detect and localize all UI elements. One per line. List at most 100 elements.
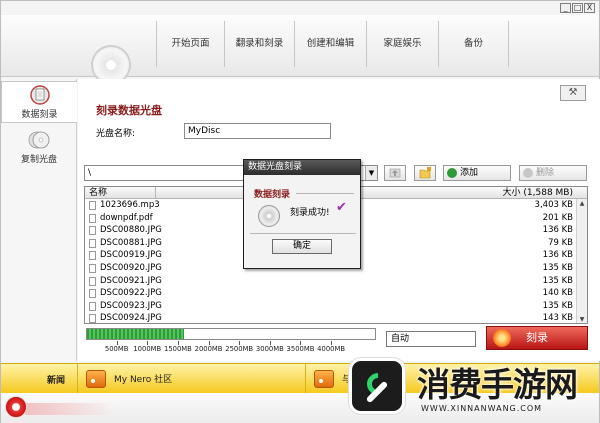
file-size: 136 KB: [542, 250, 573, 261]
file-size: 136 KB: [542, 225, 573, 236]
file-size: 201 KB: [542, 212, 573, 223]
file-name: DSC00922.JPG: [100, 288, 162, 299]
tab-create-and-edit[interactable]: 创建和编辑: [295, 21, 367, 67]
capacity-tick-label: 500MB: [104, 345, 129, 353]
file-name: 1023696.mp3: [100, 200, 160, 210]
delete-icon: [523, 168, 533, 178]
watermark-url: WWW.XINNANWANG.COM: [421, 404, 543, 413]
chevron-down-icon[interactable]: ▼: [365, 166, 377, 180]
table-row[interactable]: DSC00921.JPG 135 KB: [85, 275, 587, 288]
file-size: 135 KB: [542, 300, 573, 311]
rss-icon: [314, 370, 334, 388]
file-name: DSC00881.JPG: [100, 237, 162, 248]
file-name: DSC00880.JPG: [100, 225, 162, 236]
watermark-title: 消费手游网: [417, 365, 578, 404]
capacity-bar: [86, 328, 376, 340]
table-row[interactable]: DSC00923.JPG 135 KB: [85, 300, 587, 313]
file-size: 143 KB: [542, 313, 573, 324]
add-icon: [447, 168, 457, 178]
burn-mode-select[interactable]: 自动: [386, 331, 476, 347]
file-size: 135 KB: [542, 262, 573, 273]
maximize-button[interactable]: □: [572, 3, 583, 13]
column-divider: [155, 187, 156, 199]
table-row[interactable]: DSC00922.JPG 140 KB: [85, 287, 587, 300]
capacity-tick-label: 1500MB: [163, 345, 192, 353]
sidebar-item-label: 数据刻录: [21, 110, 58, 120]
file-name: DSC00919.JPG: [100, 250, 162, 261]
scroll-down-icon[interactable]: ▼: [577, 315, 587, 323]
file-icon: [89, 289, 96, 299]
top-navigation-bar: 开始页面 翻录和刻录 创建和编辑 家庭娱乐 备份: [1, 15, 599, 85]
delete-button[interactable]: 删除: [519, 165, 587, 181]
site-watermark: 消费手游网 WWW.XINNANWANG.COM: [337, 356, 599, 422]
column-header-size[interactable]: 大小 (1,588 MB): [503, 187, 573, 199]
file-name: downpdf.pdf: [100, 212, 153, 223]
vertical-scrollbar[interactable]: ▲ ▼: [576, 199, 587, 323]
delete-button-label: 删除: [536, 168, 555, 178]
capacity-tick-label: 2500MB: [225, 345, 254, 353]
sidebar-item-data-burn[interactable]: 数据刻录: [1, 81, 77, 123]
close-button[interactable]: X: [584, 3, 595, 13]
disc-name-label: 光盘名称:: [96, 129, 136, 139]
file-icon: [89, 276, 96, 286]
file-icon: [89, 314, 96, 323]
file-icon: [89, 301, 96, 311]
news-tab-my-nero-community[interactable]: My Nero 社区: [77, 364, 305, 394]
minimize-button[interactable]: _: [560, 3, 571, 13]
burn-button-label: 刻录: [526, 331, 548, 344]
news-tab-label: My Nero 社区: [114, 375, 173, 385]
file-name: DSC00920.JPG: [100, 262, 162, 273]
dialog-divider: [250, 233, 356, 234]
tab-rip-and-burn[interactable]: 翻录和刻录: [225, 21, 295, 67]
file-icon: [89, 263, 96, 273]
disc-name-input[interactable]: MyDisc: [184, 123, 331, 139]
file-icon: [89, 201, 96, 210]
status-gradient: [25, 403, 115, 415]
file-size: 135 KB: [542, 275, 573, 286]
file-icon: [89, 213, 96, 223]
tab-home-entertainment[interactable]: 家庭娱乐: [367, 21, 439, 67]
burn-button[interactable]: 刻录: [486, 326, 588, 350]
dialog-subtitle: 数据刻录: [254, 190, 291, 200]
capacity-tick-label: 1000MB: [133, 345, 162, 353]
file-size: 79 KB: [548, 237, 573, 248]
up-folder-icon: [389, 168, 401, 178]
news-label: 新闻: [47, 376, 66, 386]
capacity-tick-label: 3500MB: [286, 345, 315, 353]
file-icon: [89, 251, 96, 261]
checkmark-icon: ✔: [336, 200, 347, 215]
app-window: _ □ X 开始页面 翻录和刻录 创建和编辑 家庭娱乐 备份 数据刻录 复制光盘…: [0, 0, 600, 423]
file-name: DSC00923.JPG: [100, 300, 162, 311]
watermark-logo-icon: [349, 358, 405, 414]
scroll-up-icon[interactable]: ▲: [577, 199, 587, 209]
add-button[interactable]: 添加: [443, 165, 511, 181]
ok-button[interactable]: 确定: [272, 239, 332, 254]
add-button-label: 添加: [460, 168, 479, 178]
file-icon: [89, 226, 96, 236]
file-icon: [89, 238, 96, 248]
table-row[interactable]: DSC00924.JPG 143 KB: [85, 312, 587, 324]
left-sidebar: 数据刻录 复制光盘: [1, 79, 77, 361]
page-title: 刻录数据光盘: [96, 104, 162, 117]
sidebar-item-label: 复制光盘: [20, 155, 57, 165]
main-nav-tabs: 开始页面 翻录和刻录 创建和编辑 家庭娱乐 备份: [156, 21, 509, 67]
hammer-icon[interactable]: ⚒: [560, 85, 586, 101]
path-value: \: [88, 168, 92, 178]
file-size: 3,403 KB: [534, 200, 573, 210]
flame-icon: [493, 329, 511, 347]
capacity-fill: [87, 329, 185, 339]
tab-start-page[interactable]: 开始页面: [157, 21, 225, 67]
burn-complete-dialog: 数据光盘刻录 数据刻录 刻录成功! ✔ 确定: [243, 159, 361, 269]
window-controls: _ □ X: [560, 3, 595, 13]
disc-icon: [258, 205, 280, 227]
tab-backup[interactable]: 备份: [439, 21, 509, 67]
capacity-tick-label: 4000MB: [317, 345, 346, 353]
file-name: DSC00924.JPG: [100, 313, 162, 324]
capacity-tick-label: 2000MB: [194, 345, 223, 353]
sidebar-item-copy-disc[interactable]: 复制光盘: [1, 127, 77, 169]
dialog-title: 数据光盘刻录: [244, 160, 360, 175]
new-folder-button[interactable]: [414, 165, 436, 181]
nero-status-icon[interactable]: [5, 396, 27, 418]
up-folder-button[interactable]: [384, 165, 406, 181]
column-header-name[interactable]: 名称: [89, 187, 107, 199]
